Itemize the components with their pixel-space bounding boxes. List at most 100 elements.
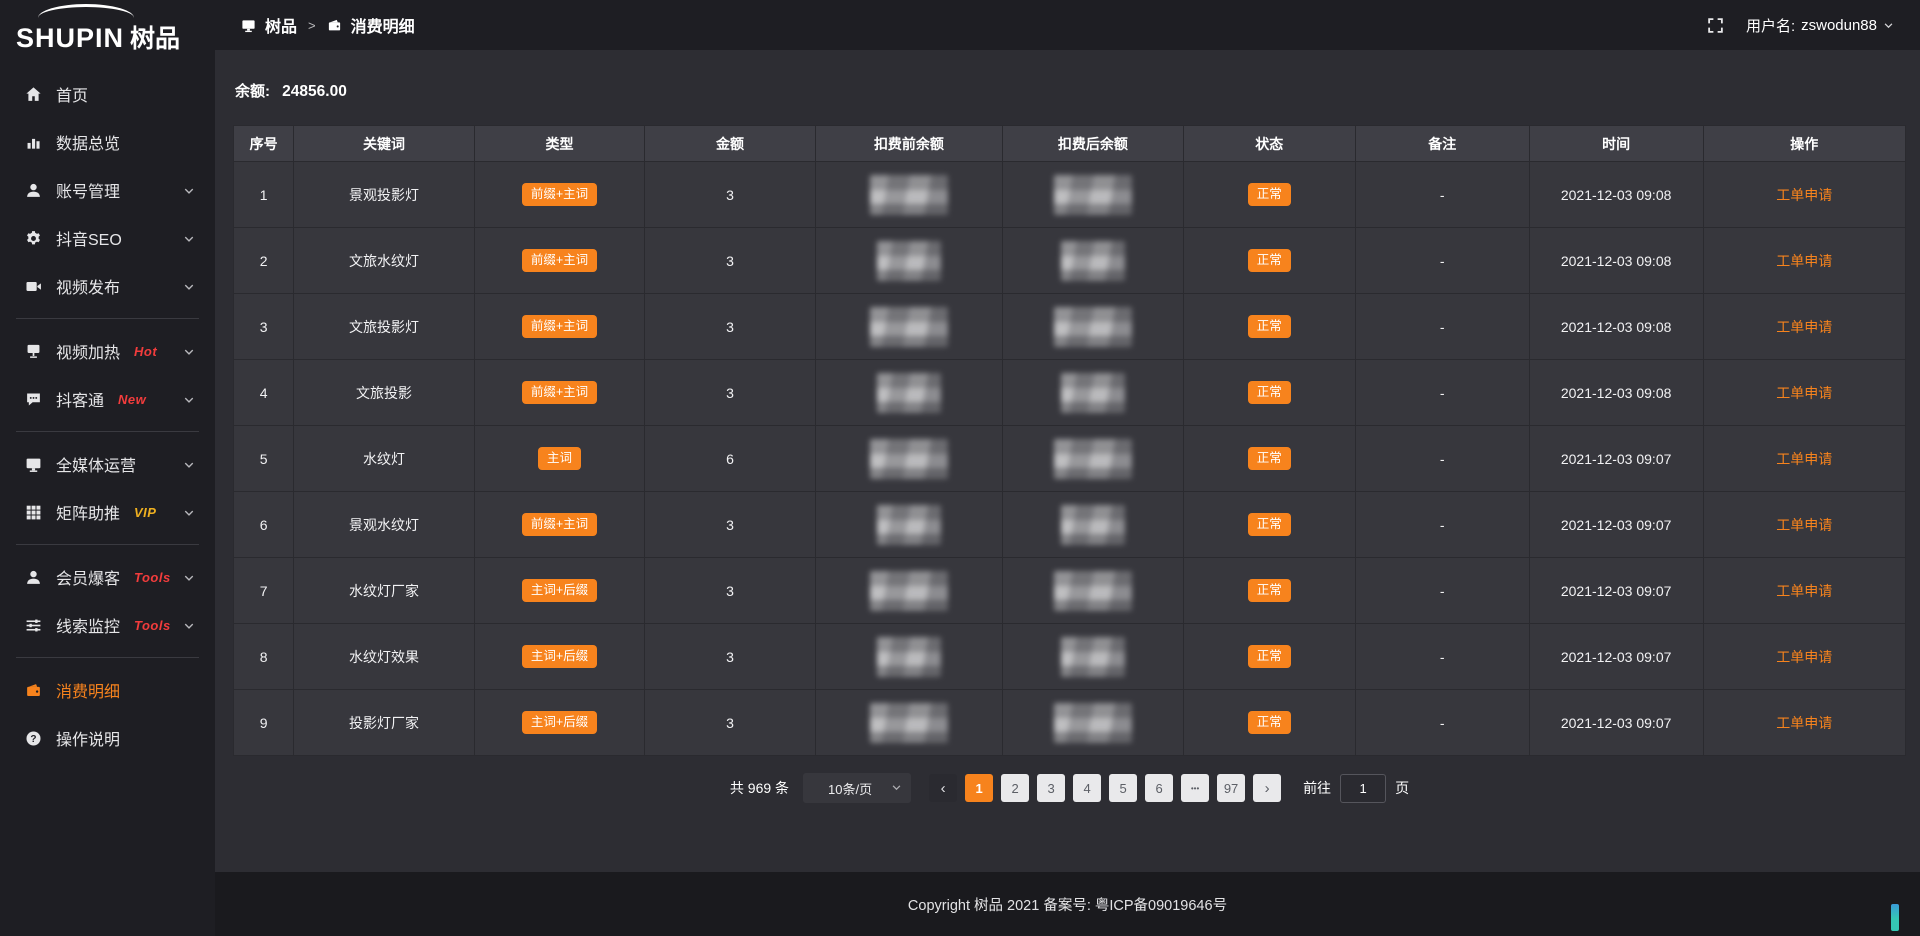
sidebar-item-video-publish[interactable]: 视频发布 bbox=[0, 262, 215, 310]
side-widget-tab[interactable] bbox=[1891, 904, 1899, 931]
column-header: 状态 bbox=[1183, 126, 1355, 162]
sidebar-item-douketong[interactable]: 抖客通New bbox=[0, 375, 215, 423]
sidebar-menu: 首页数据总览账号管理抖音SEO 视频发布视频加热Hot抖客通New 全媒体运营矩阵助… bbox=[0, 70, 215, 762]
bar-chart-icon bbox=[24, 133, 42, 151]
type-badge: 前缀+主词 bbox=[522, 381, 597, 404]
ticket-request-link[interactable]: 工单申请 bbox=[1776, 187, 1832, 203]
cell-action: 工单申请 bbox=[1703, 690, 1905, 756]
sidebar-item-all-media-operation[interactable]: 全媒体运营 bbox=[0, 440, 215, 488]
breadcrumb-root[interactable]: 树品 bbox=[265, 13, 297, 37]
page-button-4[interactable]: 4 bbox=[1073, 774, 1101, 802]
ticket-request-link[interactable]: 工单申请 bbox=[1776, 385, 1832, 401]
cell-status: 正常 bbox=[1183, 624, 1355, 690]
cell-remark: - bbox=[1355, 360, 1529, 426]
column-header: 类型 bbox=[474, 126, 645, 162]
balance: 余额: 24856.00 bbox=[235, 80, 1906, 101]
cell-balance-after bbox=[1003, 624, 1184, 690]
sidebar-item-data-overview[interactable]: 数据总览 bbox=[0, 118, 215, 166]
next-page-button[interactable]: › bbox=[1253, 774, 1281, 802]
cell-action: 工单申请 bbox=[1703, 426, 1905, 492]
pagination: 共 969 条 10条/页 ‹ 123456•••97 › 前往 页 bbox=[233, 773, 1906, 803]
chat-icon bbox=[24, 390, 42, 408]
ticket-request-link[interactable]: 工单申请 bbox=[1776, 583, 1832, 599]
column-header: 金额 bbox=[645, 126, 816, 162]
ticket-request-link[interactable]: 工单申请 bbox=[1776, 715, 1832, 731]
redacted-balance-before bbox=[870, 571, 948, 611]
cell-time: 2021-12-03 09:07 bbox=[1529, 558, 1703, 624]
page-button-3[interactable]: 3 bbox=[1037, 774, 1065, 802]
type-badge: 主词+后缀 bbox=[522, 645, 597, 668]
cell-status: 正常 bbox=[1183, 228, 1355, 294]
cell-remark: - bbox=[1355, 294, 1529, 360]
page-button-1[interactable]: 1 bbox=[965, 774, 993, 802]
chevron-down-icon bbox=[183, 458, 195, 470]
redacted-balance-after bbox=[1054, 175, 1132, 215]
home-icon bbox=[24, 85, 42, 103]
app-logo[interactable]: SHUPIN 树品 bbox=[0, 0, 215, 56]
sidebar-item-lead-monitor[interactable]: 线索监控Tools bbox=[0, 601, 215, 649]
cell-status: 正常 bbox=[1183, 162, 1355, 228]
table-row: 5 水纹灯 主词 6 正常 - 2021-12-03 09:07 工单申请 bbox=[234, 426, 1906, 492]
cell-status: 正常 bbox=[1183, 492, 1355, 558]
redacted-balance-after bbox=[1061, 637, 1125, 677]
cell-time: 2021-12-03 09:07 bbox=[1529, 426, 1703, 492]
user-dropdown[interactable]: 用户名: zswodun88 bbox=[1746, 15, 1894, 36]
type-badge: 前缀+主词 bbox=[522, 183, 597, 206]
ticket-request-link[interactable]: 工单申请 bbox=[1776, 253, 1832, 269]
cell-balance-after bbox=[1003, 294, 1184, 360]
sidebar-item-label: 操作说明 bbox=[56, 726, 120, 750]
page-button-2[interactable]: 2 bbox=[1001, 774, 1029, 802]
sidebar-item-douyin-seo[interactable]: 抖音SEO bbox=[0, 214, 215, 262]
ticket-request-link[interactable]: 工单申请 bbox=[1776, 649, 1832, 665]
cell-status: 正常 bbox=[1183, 690, 1355, 756]
sidebar-item-label: 抖音SEO bbox=[56, 226, 122, 250]
cell-amount: 3 bbox=[645, 360, 816, 426]
sidebar-item-video-heat[interactable]: 视频加热Hot bbox=[0, 327, 215, 375]
cell-status: 正常 bbox=[1183, 360, 1355, 426]
table-row: 3 文旅投影灯 前缀+主词 3 正常 - 2021-12-03 09:08 工单… bbox=[234, 294, 1906, 360]
page-button-5[interactable]: 5 bbox=[1109, 774, 1137, 802]
logo-text: SHUPIN bbox=[16, 25, 124, 52]
table-row: 4 文旅投影 前缀+主词 3 正常 - 2021-12-03 09:08 工单申… bbox=[234, 360, 1906, 426]
sidebar: SHUPIN 树品 首页数据总览账号管理抖音SEO 视频发布视频加热Hot抖客通N… bbox=[0, 0, 215, 936]
gear-icon bbox=[24, 229, 42, 247]
sidebar-item-consumption-detail[interactable]: 消费明细 bbox=[0, 666, 215, 714]
sidebar-item-home[interactable]: 首页 bbox=[0, 70, 215, 118]
sidebar-item-account-management[interactable]: 账号管理 bbox=[0, 166, 215, 214]
cell-type: 前缀+主词 bbox=[474, 492, 645, 558]
sidebar-item-member-burst[interactable]: 会员爆客Tools bbox=[0, 553, 215, 601]
sidebar-item-operation-guide[interactable]: ?操作说明 bbox=[0, 714, 215, 762]
ticket-request-link[interactable]: 工单申请 bbox=[1776, 517, 1832, 533]
status-badge: 正常 bbox=[1248, 579, 1291, 602]
page-ellipsis[interactable]: ••• bbox=[1181, 774, 1209, 802]
prev-page-button[interactable]: ‹ bbox=[929, 774, 957, 802]
cell-amount: 6 bbox=[645, 426, 816, 492]
cell-action: 工单申请 bbox=[1703, 360, 1905, 426]
sidebar-item-label: 线索监控 bbox=[56, 613, 120, 637]
sidebar-item-matrix-boost[interactable]: 矩阵助推VIP bbox=[0, 488, 215, 536]
cell-keyword: 文旅水纹灯 bbox=[294, 228, 475, 294]
cell-time: 2021-12-03 09:07 bbox=[1529, 492, 1703, 558]
page-button-6[interactable]: 6 bbox=[1145, 774, 1173, 802]
page-size-select[interactable]: 10条/页 bbox=[803, 773, 911, 803]
type-badge: 主词 bbox=[538, 447, 581, 470]
chevron-down-icon bbox=[183, 393, 195, 405]
type-badge: 前缀+主词 bbox=[522, 315, 597, 338]
fullscreen-icon[interactable] bbox=[1707, 17, 1724, 34]
chevron-down-icon bbox=[183, 506, 195, 518]
cell-balance-before bbox=[815, 228, 1002, 294]
goto-page-input[interactable] bbox=[1340, 774, 1386, 803]
ticket-request-link[interactable]: 工单申请 bbox=[1776, 451, 1832, 467]
sliders-icon bbox=[24, 616, 42, 634]
sidebar-item-label: 视频加热 bbox=[56, 339, 120, 363]
cell-type: 前缀+主词 bbox=[474, 294, 645, 360]
table-row: 6 景观水纹灯 前缀+主词 3 正常 - 2021-12-03 09:07 工单… bbox=[234, 492, 1906, 558]
balance-label: 余额: bbox=[235, 83, 270, 100]
sidebar-item-label: 全媒体运营 bbox=[56, 452, 136, 476]
ticket-request-link[interactable]: 工单申请 bbox=[1776, 319, 1832, 335]
cell-balance-before bbox=[815, 492, 1002, 558]
breadcrumb-separator: > bbox=[308, 18, 316, 33]
username-label: 用户名: bbox=[1746, 15, 1795, 36]
page-button-97[interactable]: 97 bbox=[1217, 774, 1245, 802]
status-badge: 正常 bbox=[1248, 711, 1291, 734]
